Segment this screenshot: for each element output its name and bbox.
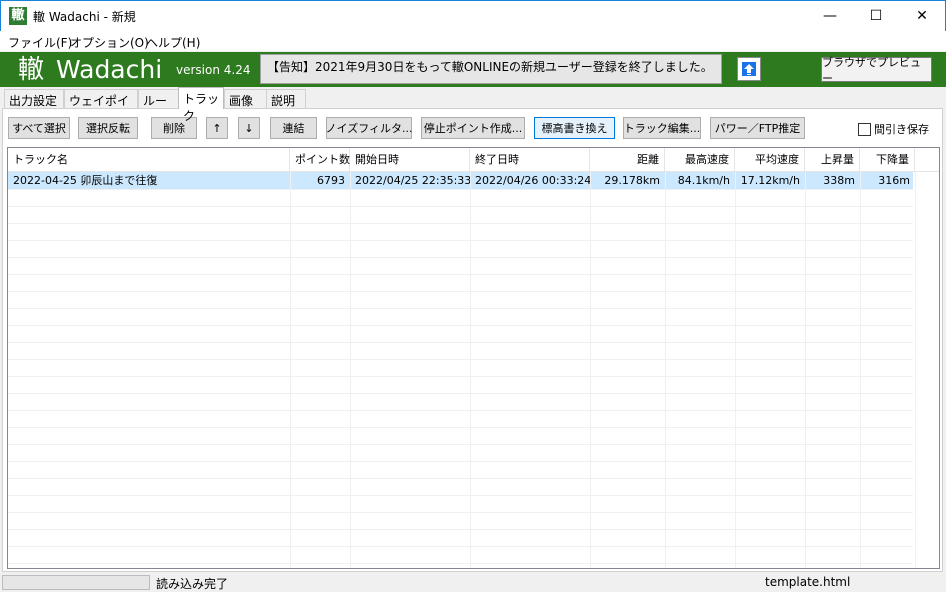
table-row[interactable]: 2022-04-25 卯辰山まで往復 6793 2022/04/25 22:35… [8, 172, 913, 189]
menu-options[interactable]: オプション(O) [70, 34, 149, 51]
column-header-max-speed[interactable]: 最高速度 [665, 148, 735, 172]
grid-line [8, 410, 913, 411]
invert-selection-button[interactable]: 選択反転 [78, 117, 138, 139]
status-bar: 読み込み完了 template.html [0, 572, 946, 592]
track-tab-panel: すべて選択 選択反転 削除 ↑ ↓ 連結 ノイズフィルタ... 停止ポイント作成… [2, 108, 943, 572]
move-up-button[interactable]: ↑ [206, 117, 228, 139]
grid-column-line [470, 172, 471, 568]
move-down-button[interactable]: ↓ [238, 117, 260, 139]
column-header-descent[interactable]: 下降量 [860, 148, 915, 172]
menu-help[interactable]: ヘルプ(H) [146, 34, 200, 51]
brand-kanji: 轍 [18, 55, 45, 85]
cell-ascent: 338m [823, 174, 855, 187]
cell-points: 6793 [317, 174, 345, 187]
power-ftp-button[interactable]: パワー／FTP推定 [710, 117, 805, 139]
grid-line [8, 325, 913, 326]
status-progress-bar [2, 575, 150, 590]
grid-column-line [915, 172, 916, 568]
thinning-save-checkbox[interactable] [858, 122, 871, 136]
upload-arrow-icon [742, 62, 756, 76]
grid-line [8, 189, 913, 190]
status-message: 読み込み完了 [156, 577, 229, 591]
grid-line [8, 495, 913, 496]
title-bar[interactable]: 轍 轍 Wadachi - 新規 — ☐ ✕ [0, 0, 946, 31]
maximize-button[interactable]: ☐ [853, 1, 899, 31]
grid-line [8, 240, 913, 241]
menu-bar: ファイル(F) オプション(O) ヘルプ(H) [0, 31, 946, 51]
noise-filter-button[interactable]: ノイズフィルタ... [326, 117, 412, 139]
cell-descent: 316m [878, 174, 910, 187]
grid-line [8, 257, 913, 258]
upload-button[interactable] [737, 57, 761, 81]
join-button[interactable]: 連結 [270, 117, 317, 139]
app-banner: 轍 Wadachi version 4.24 【告知】2021年9月30日をもっ… [0, 52, 946, 87]
menu-file[interactable]: ファイル(F) [8, 34, 72, 51]
tab-track[interactable]: トラック [178, 87, 224, 123]
thinning-save-option[interactable]: 間引き保存 [858, 121, 929, 137]
column-header-distance[interactable]: 距離 [590, 148, 665, 172]
create-stop-points-button[interactable]: 停止ポイント作成... [421, 117, 525, 139]
version-label: version 4.24 [176, 63, 251, 77]
grid-line [8, 529, 913, 530]
tab-waypoints[interactable]: ウェイポイント [64, 89, 138, 125]
grid-column-line [735, 172, 736, 568]
brand-name: Wadachi [56, 55, 163, 84]
grid-line [8, 546, 913, 547]
cell-distance: 29.178km [604, 174, 660, 187]
grid-line [8, 478, 913, 479]
column-header-start[interactable]: 開始日時 [350, 148, 470, 172]
cell-avg-speed: 17.12km/h [740, 174, 800, 187]
app-icon: 轍 [9, 7, 27, 25]
notice-box: 【告知】2021年9月30日をもって轍ONLINEの新規ユーザー登録を終了しまし… [260, 54, 722, 84]
column-header-avg-speed[interactable]: 平均速度 [735, 148, 805, 172]
grid-column-line [350, 172, 351, 568]
window-title: 轍 Wadachi - 新規 [33, 10, 136, 24]
browser-preview-button[interactable]: ブラウザでプレビュー [821, 56, 932, 85]
grid-line [8, 342, 913, 343]
column-header-name[interactable]: トラック名 [8, 148, 290, 172]
column-header-ascent[interactable]: 上昇量 [805, 148, 860, 172]
grid-line [8, 512, 913, 513]
grid-line [8, 461, 913, 462]
rewrite-elevation-button[interactable]: 標高書き換え [534, 117, 615, 139]
column-header-points[interactable]: ポイント数 [290, 148, 350, 172]
select-all-button[interactable]: すべて選択 [8, 117, 70, 139]
edit-track-button[interactable]: トラック編集... [623, 117, 701, 139]
track-list[interactable]: トラック名 ポイント数 開始日時 終了日時 距離 最高速度 平均速度 上昇量 下… [7, 147, 940, 569]
close-button[interactable]: ✕ [899, 1, 945, 31]
grid-line [8, 274, 913, 275]
grid-line [8, 308, 913, 309]
cell-max-speed: 84.1km/h [677, 174, 730, 187]
grid-column-line [805, 172, 806, 568]
grid-line [8, 393, 913, 394]
grid-line [8, 206, 913, 207]
minimize-button[interactable]: — [807, 1, 853, 31]
tab-images[interactable]: 画像 [224, 89, 268, 109]
grid-column-line [590, 172, 591, 568]
cell-end: 2022/04/26 00:33:24 [475, 174, 592, 187]
grid-line [8, 444, 913, 445]
grid-column-line [860, 172, 861, 568]
tab-output-settings[interactable]: 出力設定 [4, 89, 64, 109]
cell-name: 2022-04-25 卯辰山まで往復 [13, 174, 158, 187]
grid-line [8, 427, 913, 428]
grid-line [8, 563, 913, 564]
table-header: トラック名 ポイント数 開始日時 終了日時 距離 最高速度 平均速度 上昇量 下… [8, 148, 939, 172]
cell-start: 2022/04/25 22:35:33 [355, 174, 472, 187]
tab-route[interactable]: ルート [138, 89, 180, 125]
grid-line [8, 223, 913, 224]
grid-line [8, 291, 913, 292]
grid-column-line [290, 172, 291, 568]
grid-line [8, 376, 913, 377]
tab-bar: 出力設定 ウェイポイント ルート トラック 画像 説明 [4, 87, 942, 125]
grid-column-line [665, 172, 666, 568]
thinning-save-label: 間引き保存 [874, 123, 929, 136]
status-template-name: template.html [765, 575, 851, 589]
tab-description[interactable]: 説明 [266, 89, 306, 109]
column-header-end[interactable]: 終了日時 [470, 148, 590, 172]
grid-line [8, 359, 913, 360]
